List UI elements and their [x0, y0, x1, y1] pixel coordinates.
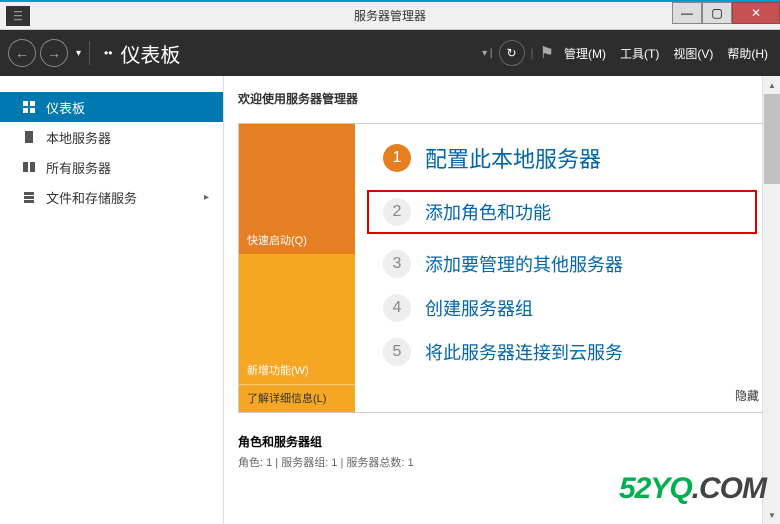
navbar: ← → ▾ •• 仪表板 ▾ | ↻ | ⚑ 管理(M) 工具(T) 视图(V)… [0, 30, 780, 76]
titlebar: ——— 服务器管理器 — ▢ ✕ [0, 0, 780, 30]
separator [89, 41, 90, 65]
forward-button[interactable]: → [40, 39, 68, 67]
tab-quick-start[interactable]: 快速启动(Q) [239, 124, 355, 254]
storage-icon [22, 190, 36, 204]
sidebar-item-all-servers[interactable]: 所有服务器 [0, 152, 223, 182]
quickstart-panel: 快速启动(Q) 新增功能(W) 了解详细信息(L) 1 配置此本地服务器 2 添… [238, 123, 776, 413]
close-button[interactable]: ✕ [732, 2, 780, 24]
tab-learn-more[interactable]: 了解详细信息(L) [239, 384, 355, 412]
step-number: 2 [383, 198, 411, 226]
sidebar: 仪表板 本地服务器 所有服务器 文件和存储服务 ▸ [0, 76, 224, 524]
tab-whats-new[interactable]: 新增功能(W) [239, 254, 355, 384]
dropdown-icon[interactable]: ▾ [76, 48, 81, 59]
step-2-highlighted[interactable]: 2 添加角色和功能 [367, 190, 757, 234]
scroll-up-icon[interactable]: ▲ [764, 77, 780, 93]
server-icon [22, 130, 36, 144]
roles-subtitle: 角色: 1 | 服务器组: 1 | 服务器总数: 1 [238, 454, 776, 470]
scroll-down-icon[interactable]: ▼ [764, 507, 780, 523]
step-label: 将此服务器连接到云服务 [425, 339, 623, 365]
step-5[interactable]: 5 将此服务器连接到云服务 [383, 338, 757, 366]
vertical-scrollbar[interactable]: ▲ ▼ [762, 76, 780, 524]
sidebar-item-local-server[interactable]: 本地服务器 [0, 122, 223, 152]
notifications-icon[interactable]: ⚑ [540, 43, 554, 63]
step-number: 5 [383, 338, 411, 366]
step-number: 1 [383, 144, 411, 172]
panel-right-steps: 1 配置此本地服务器 2 添加角色和功能 3 添加要管理的其他服务器 4 创建服… [355, 124, 775, 412]
roles-title: 角色和服务器组 [238, 433, 776, 450]
dropdown-icon[interactable]: ▾ | [482, 48, 492, 59]
watermark: 52YQ.COM [619, 472, 766, 506]
sidebar-item-label: 仪表板 [46, 98, 85, 117]
menu-view[interactable]: 视图(V) [669, 45, 717, 62]
roles-section: 角色和服务器组 角色: 1 | 服务器组: 1 | 服务器总数: 1 [238, 433, 776, 470]
step-4[interactable]: 4 创建服务器组 [383, 294, 757, 322]
servers-icon [22, 160, 36, 174]
panel-left-tabs: 快速启动(Q) 新增功能(W) 了解详细信息(L) [239, 124, 355, 412]
content-area: 仪表板 本地服务器 所有服务器 文件和存储服务 ▸ 欢迎使用服务器管理器 快速启… [0, 76, 780, 524]
app-icon: ——— [6, 6, 30, 26]
chevron-right-icon: ▸ [204, 192, 209, 203]
scroll-thumb[interactable] [764, 94, 780, 184]
step-label: 添加要管理的其他服务器 [425, 251, 623, 277]
menu-help[interactable]: 帮助(H) [723, 45, 772, 62]
minimize-button[interactable]: — [672, 2, 702, 24]
step-number: 4 [383, 294, 411, 322]
sidebar-item-label: 文件和存储服务 [46, 188, 137, 207]
step-label: 添加角色和功能 [425, 199, 551, 225]
menu-manage[interactable]: 管理(M) [560, 45, 610, 62]
maximize-button[interactable]: ▢ [702, 2, 732, 24]
breadcrumb-prefix: •• [104, 46, 112, 60]
step-label: 配置此本地服务器 [425, 142, 601, 174]
page-title: 仪表板 [120, 39, 180, 68]
sidebar-item-label: 本地服务器 [46, 128, 111, 147]
step-number: 3 [383, 250, 411, 278]
window-controls: — ▢ ✕ [672, 2, 780, 30]
back-button[interactable]: ← [8, 39, 36, 67]
step-3[interactable]: 3 添加要管理的其他服务器 [383, 250, 757, 278]
refresh-button[interactable]: ↻ [499, 40, 525, 66]
dashboard-icon [22, 100, 36, 114]
step-1[interactable]: 1 配置此本地服务器 [383, 142, 757, 174]
welcome-heading: 欢迎使用服务器管理器 [238, 90, 776, 107]
sidebar-item-dashboard[interactable]: 仪表板 [0, 92, 223, 122]
window-title: 服务器管理器 [354, 7, 426, 24]
sidebar-item-label: 所有服务器 [46, 158, 111, 177]
menu-tools[interactable]: 工具(T) [616, 45, 663, 62]
main-panel: 欢迎使用服务器管理器 快速启动(Q) 新增功能(W) 了解详细信息(L) 1 配… [224, 76, 780, 524]
sidebar-item-file-storage[interactable]: 文件和存储服务 ▸ [0, 182, 223, 212]
hide-link[interactable]: 隐藏 [735, 387, 759, 404]
step-label: 创建服务器组 [425, 295, 533, 321]
